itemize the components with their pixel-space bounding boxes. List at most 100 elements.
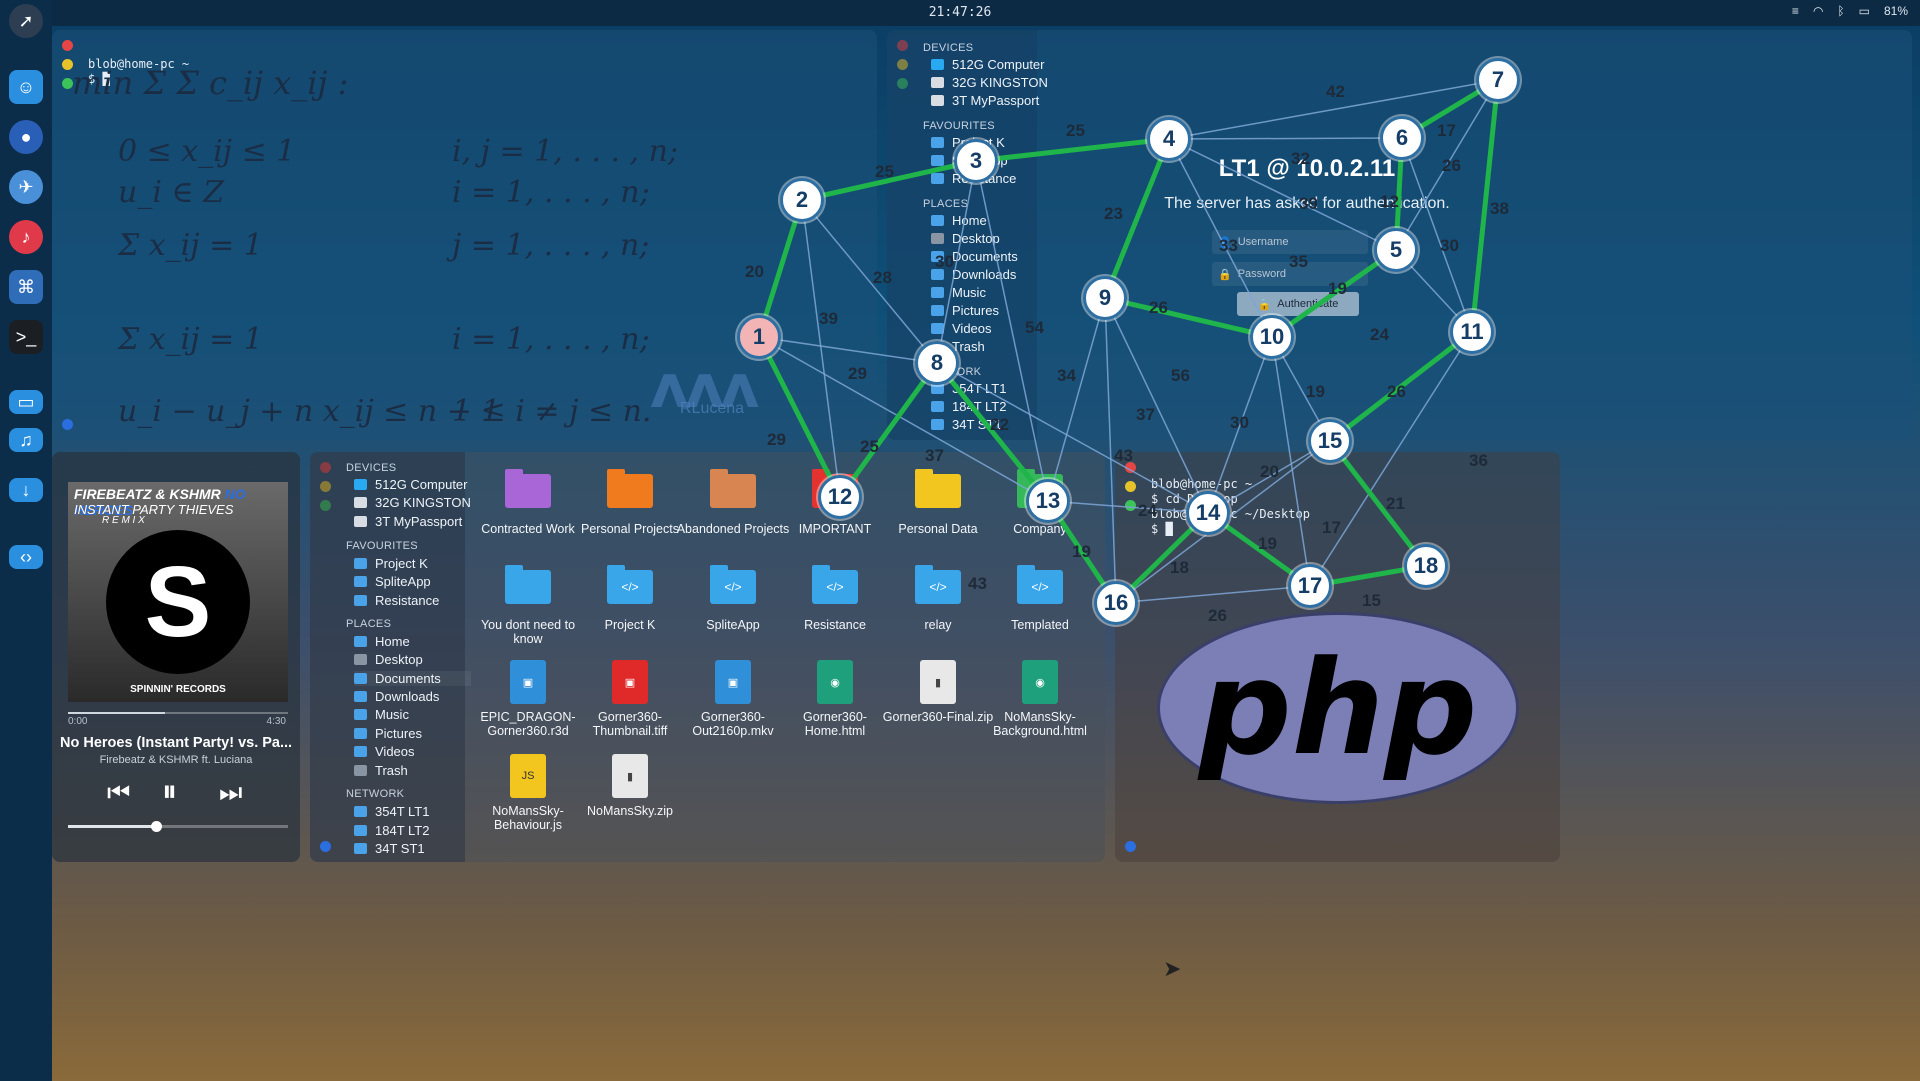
- sidebar-item-label: Home: [375, 634, 410, 649]
- devices-heading: DEVICES: [346, 462, 397, 474]
- edge-weight-label: 28: [873, 268, 892, 287]
- sidebar-item-device[interactable]: 512G Computer: [931, 57, 1045, 72]
- mail-icon[interactable]: ✈: [9, 170, 43, 204]
- track-progress[interactable]: [68, 712, 288, 714]
- code-icon[interactable]: ⌘: [9, 270, 43, 304]
- music-icon[interactable]: ♪: [9, 220, 43, 254]
- pause-button[interactable]: ⏸: [162, 775, 177, 809]
- sidebar-item-pictures[interactable]: Pictures: [931, 303, 999, 318]
- sidebar-item-device[interactable]: 3T MyPassport: [931, 93, 1039, 108]
- graph-node: 2: [780, 178, 824, 222]
- next-button[interactable]: ⏭: [219, 777, 242, 809]
- sidebar-item-network[interactable]: 184T LT2: [931, 399, 1006, 414]
- terminal-icon[interactable]: >_: [9, 320, 43, 354]
- file-item[interactable]: Personal Projects: [570, 469, 690, 536]
- finder-icon[interactable]: ☺: [9, 70, 43, 104]
- sidebar-item-downloads[interactable]: Downloads: [354, 689, 439, 704]
- sidebar-item-pictures[interactable]: Pictures: [354, 726, 422, 741]
- file-item[interactable]: </> Resistance: [775, 565, 895, 632]
- sidebar-item-device[interactable]: 32G KINGSTON: [931, 75, 1048, 90]
- file-item[interactable]: ▣ Gorner360-Thumbnail.tiff: [570, 660, 690, 738]
- minimize-button[interactable]: [1125, 481, 1136, 492]
- sidebar-item-label: Pictures: [952, 303, 999, 318]
- sidebar-item-favourite[interactable]: Resistance: [354, 593, 439, 608]
- code-folder-icon[interactable]: ‹›: [9, 545, 43, 569]
- menu-icon[interactable]: ≡: [1792, 4, 1799, 18]
- close-button[interactable]: [62, 40, 73, 51]
- sidebar-item-home[interactable]: Home: [354, 634, 410, 649]
- music-folder-icon[interactable]: ♫: [9, 428, 43, 452]
- rocket-icon[interactable]: ➚: [9, 4, 43, 38]
- server-icon: [354, 825, 367, 836]
- web-file-icon: ◉: [1022, 660, 1058, 704]
- maximize-button[interactable]: [1125, 500, 1136, 511]
- sidebar-item-label: 354T LT1: [375, 804, 430, 819]
- file-item[interactable]: ◉ NoMansSky-Background.html: [980, 660, 1100, 738]
- file-item[interactable]: ◉ Gorner360-Home.html: [775, 660, 895, 738]
- sidebar-item-label: Trash: [952, 339, 985, 354]
- battery-icon[interactable]: ▭: [1859, 4, 1870, 18]
- edge-weight-label: 42: [1326, 82, 1345, 101]
- album-remix: R E M I X: [102, 515, 145, 526]
- file-item[interactable]: ▮ NoMansSky.zip: [570, 754, 690, 818]
- sidebar-item-label: Downloads: [375, 689, 440, 704]
- desktop-icon: [931, 233, 944, 244]
- sidebar-item-videos[interactable]: Videos: [931, 321, 992, 336]
- drive-icon: [931, 59, 944, 70]
- sidebar-item-label: 184T LT2: [952, 399, 1007, 414]
- edge-weight-label: 23: [1104, 204, 1123, 223]
- sidebar-item-desktop[interactable]: Desktop: [354, 652, 423, 667]
- drive-icon: [931, 95, 944, 106]
- sidebar-item-music[interactable]: Music: [354, 707, 409, 722]
- sidebar-item-desktop[interactable]: Desktop: [931, 231, 1000, 246]
- volume-handle[interactable]: [151, 821, 162, 832]
- folder-icon[interactable]: ▭: [9, 390, 43, 414]
- sidebar-item-device[interactable]: 512G Computer: [354, 477, 468, 492]
- sidebar-item-trash[interactable]: Trash: [354, 763, 408, 778]
- edge-weight-label: 39: [819, 309, 838, 328]
- folder-icon: [931, 287, 944, 298]
- download-folder-icon[interactable]: ↓: [9, 478, 43, 502]
- sidebar-item-device[interactable]: 3T MyPassport: [354, 514, 462, 529]
- wifi-icon[interactable]: ◠: [1813, 4, 1823, 18]
- system-tray: ≡ ◠ ᛒ ▭ 81%: [1792, 4, 1908, 18]
- edge-weight-label: 25: [860, 437, 879, 456]
- sidebar-item-documents[interactable]: Documents: [354, 671, 471, 686]
- sidebar-item-label: 512G Computer: [952, 57, 1045, 72]
- math-constraint-4: Σ x_ij = 1: [118, 322, 263, 357]
- lock-icon: 🔒: [1218, 268, 1232, 281]
- folder-icon: [931, 305, 944, 316]
- sidebar-item-favourite[interactable]: Project K: [354, 556, 428, 571]
- terminal-window[interactable]: blob@home-pc ~ $ cd Desktop blob@home-pc…: [1115, 452, 1560, 862]
- code-folder-icon: </>: [915, 565, 961, 604]
- graph-node: 14: [1186, 491, 1230, 535]
- file-item[interactable]: </> Project K: [570, 565, 690, 632]
- sidebar-item-home[interactable]: Home: [931, 213, 987, 228]
- edge-weight-label: 20: [745, 262, 764, 281]
- file-manager-window[interactable]: DEVICES 512G Computer 32G KINGSTON 3T My…: [310, 452, 1105, 862]
- drive-icon: [354, 479, 367, 490]
- graph-node: 5: [1374, 228, 1418, 272]
- graph-node: 10: [1250, 315, 1294, 359]
- sidebar-item-label: Project K: [375, 556, 428, 571]
- edge-weight-label: 35: [1289, 252, 1308, 271]
- volume-slider[interactable]: [68, 821, 288, 832]
- drive-icon: [354, 497, 367, 508]
- sidebar-item-network[interactable]: 354T LT1: [354, 804, 429, 819]
- music-player-window[interactable]: FIREBEATZ & KSHMR NO HEROES INSTANT PART…: [52, 452, 300, 862]
- sidebar-item-favourite[interactable]: SpliteApp: [354, 574, 431, 589]
- sidebar-item-network[interactable]: 184T LT2: [354, 823, 429, 838]
- edge-weight-label: 29: [767, 430, 786, 449]
- sidebar-item-device[interactable]: 32G KINGSTON: [354, 495, 471, 510]
- file-item[interactable]: </> Templated: [980, 565, 1100, 632]
- previous-button[interactable]: ⏮: [107, 777, 130, 809]
- sidebar-item-network[interactable]: 34T ST1: [354, 841, 425, 856]
- sidebar-item-music[interactable]: Music: [931, 285, 986, 300]
- places-heading: PLACES: [923, 198, 969, 210]
- firefox-icon[interactable]: ●: [9, 120, 43, 154]
- edge-weight-label: 36: [1469, 451, 1488, 470]
- terminal-output[interactable]: blob@home-pc ~ $ cd Desktop blob@home-pc…: [1151, 462, 1310, 537]
- bluetooth-icon[interactable]: ᛒ: [1837, 4, 1844, 18]
- sidebar-item-videos[interactable]: Videos: [354, 744, 415, 759]
- graph-node: 4: [1147, 117, 1191, 161]
